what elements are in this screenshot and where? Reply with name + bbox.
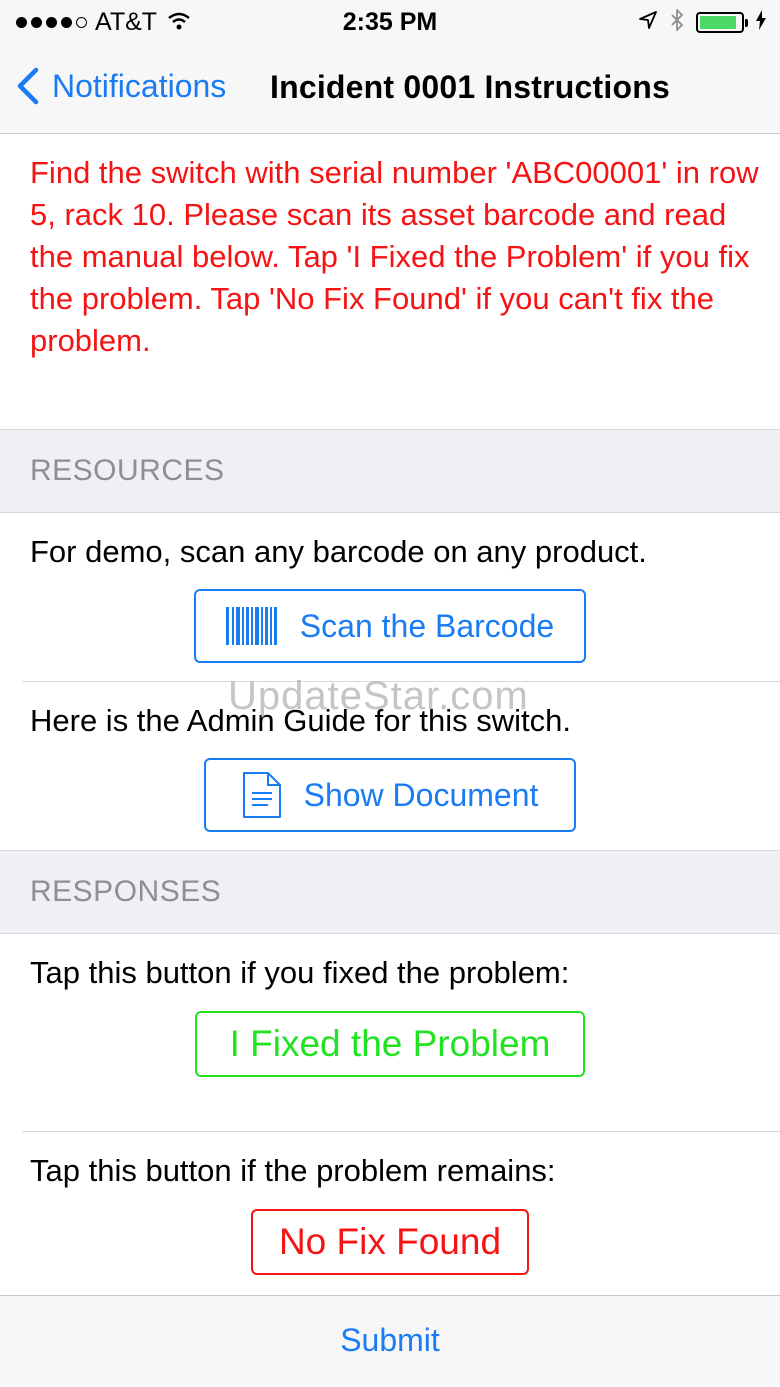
page-title: Incident 0001 Instructions [270, 69, 670, 105]
section-header-resources: RESOURCES [0, 429, 780, 513]
back-button[interactable]: Notifications [16, 66, 226, 106]
incident-instructions: Find the switch with serial number 'ABC0… [30, 155, 759, 358]
document-icon [242, 772, 281, 818]
section-header-label: RESPONSES [30, 875, 222, 908]
barcode-icon [225, 607, 277, 645]
navigation-bar: Notifications Incident 0001 Instructions [0, 42, 780, 134]
battery-icon [696, 12, 748, 33]
no-fix-found-button[interactable]: No Fix Found [251, 1209, 529, 1275]
show-document-label: Show Document [303, 776, 539, 813]
status-bar: AT&T 2:35 PM [0, 0, 780, 42]
scan-barcode-label: Scan the Barcode [299, 607, 555, 644]
section-header-label: RESOURCES [30, 454, 225, 487]
show-document-button[interactable]: Show Document [204, 758, 576, 832]
bluetooth-icon [670, 8, 684, 37]
watermark: UpdateStar.com [228, 674, 529, 718]
scan-instruction-text: For demo, scan any barcode on any produc… [30, 534, 647, 569]
submit-button[interactable]: Submit [0, 1322, 780, 1359]
chevron-left-icon [17, 67, 39, 105]
back-button-label: Notifications [52, 67, 227, 104]
scan-barcode-button[interactable]: Scan the Barcode [194, 589, 586, 663]
bottom-toolbar: Submit [0, 1295, 780, 1387]
fixed-instruction-text: Tap this button if you fixed the problem… [30, 955, 570, 990]
section-header-responses: RESPONSES [0, 850, 780, 934]
remains-instruction-text: Tap this button if the problem remains: [30, 1153, 556, 1188]
location-arrow-icon [638, 10, 658, 35]
divider [22, 1131, 780, 1132]
status-right [638, 8, 766, 37]
charging-bolt-icon [756, 10, 766, 35]
fixed-problem-button[interactable]: I Fixed the Problem [195, 1011, 585, 1077]
